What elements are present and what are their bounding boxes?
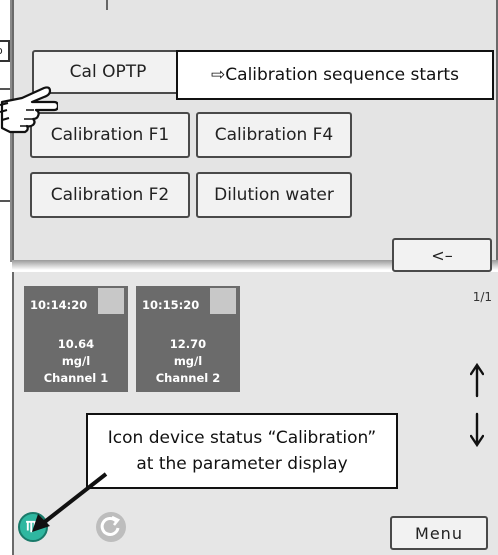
page-indicator: 1/1: [472, 290, 492, 304]
arrow-up-icon[interactable]: [470, 362, 484, 398]
status-callout-line1: Icon device status “Calibration”: [107, 428, 377, 448]
tile-value: 10.64: [57, 337, 95, 351]
tile-time: 10:14:20: [30, 298, 88, 312]
pointing-hand-icon: [0, 86, 58, 134]
channel-tile[interactable]: 10:15:20 12.70 mg/l Channel 2: [136, 286, 240, 392]
calibration-f2-button[interactable]: Calibration F2: [30, 172, 190, 218]
tile-time: 10:15:20: [142, 298, 200, 312]
status-icon-callout: Icon device status “Calibration” at the …: [86, 413, 398, 489]
tile-status-square: [210, 288, 236, 314]
menu-button[interactable]: Menu: [390, 516, 488, 550]
channel-tile[interactable]: 10:14:20 10.64 mg/l Channel 1: [24, 286, 128, 392]
tile-channel: Channel 1: [43, 371, 109, 385]
tile-value: 12.70: [169, 337, 207, 351]
dilution-water-button[interactable]: Dilution water: [196, 172, 352, 218]
tile-status-square: [98, 288, 124, 314]
tile-unit: mg/l: [173, 354, 203, 368]
sequence-start-callout: ⇨Calibration sequence starts: [176, 50, 494, 100]
back-button[interactable]: <–: [392, 238, 492, 272]
calibration-f4-button[interactable]: Calibration F4: [196, 112, 352, 158]
arrow-down-icon[interactable]: [470, 412, 484, 448]
panel-divider-tick: [106, 0, 108, 10]
tile-channel: Channel 2: [155, 371, 221, 385]
annotation-arrow: [32, 472, 108, 532]
tile-unit: mg/l: [61, 354, 91, 368]
status-callout-line2: at the parameter display: [136, 454, 348, 474]
background-divider: [0, 200, 10, 202]
background-text-fragment: o s: [0, 40, 10, 62]
